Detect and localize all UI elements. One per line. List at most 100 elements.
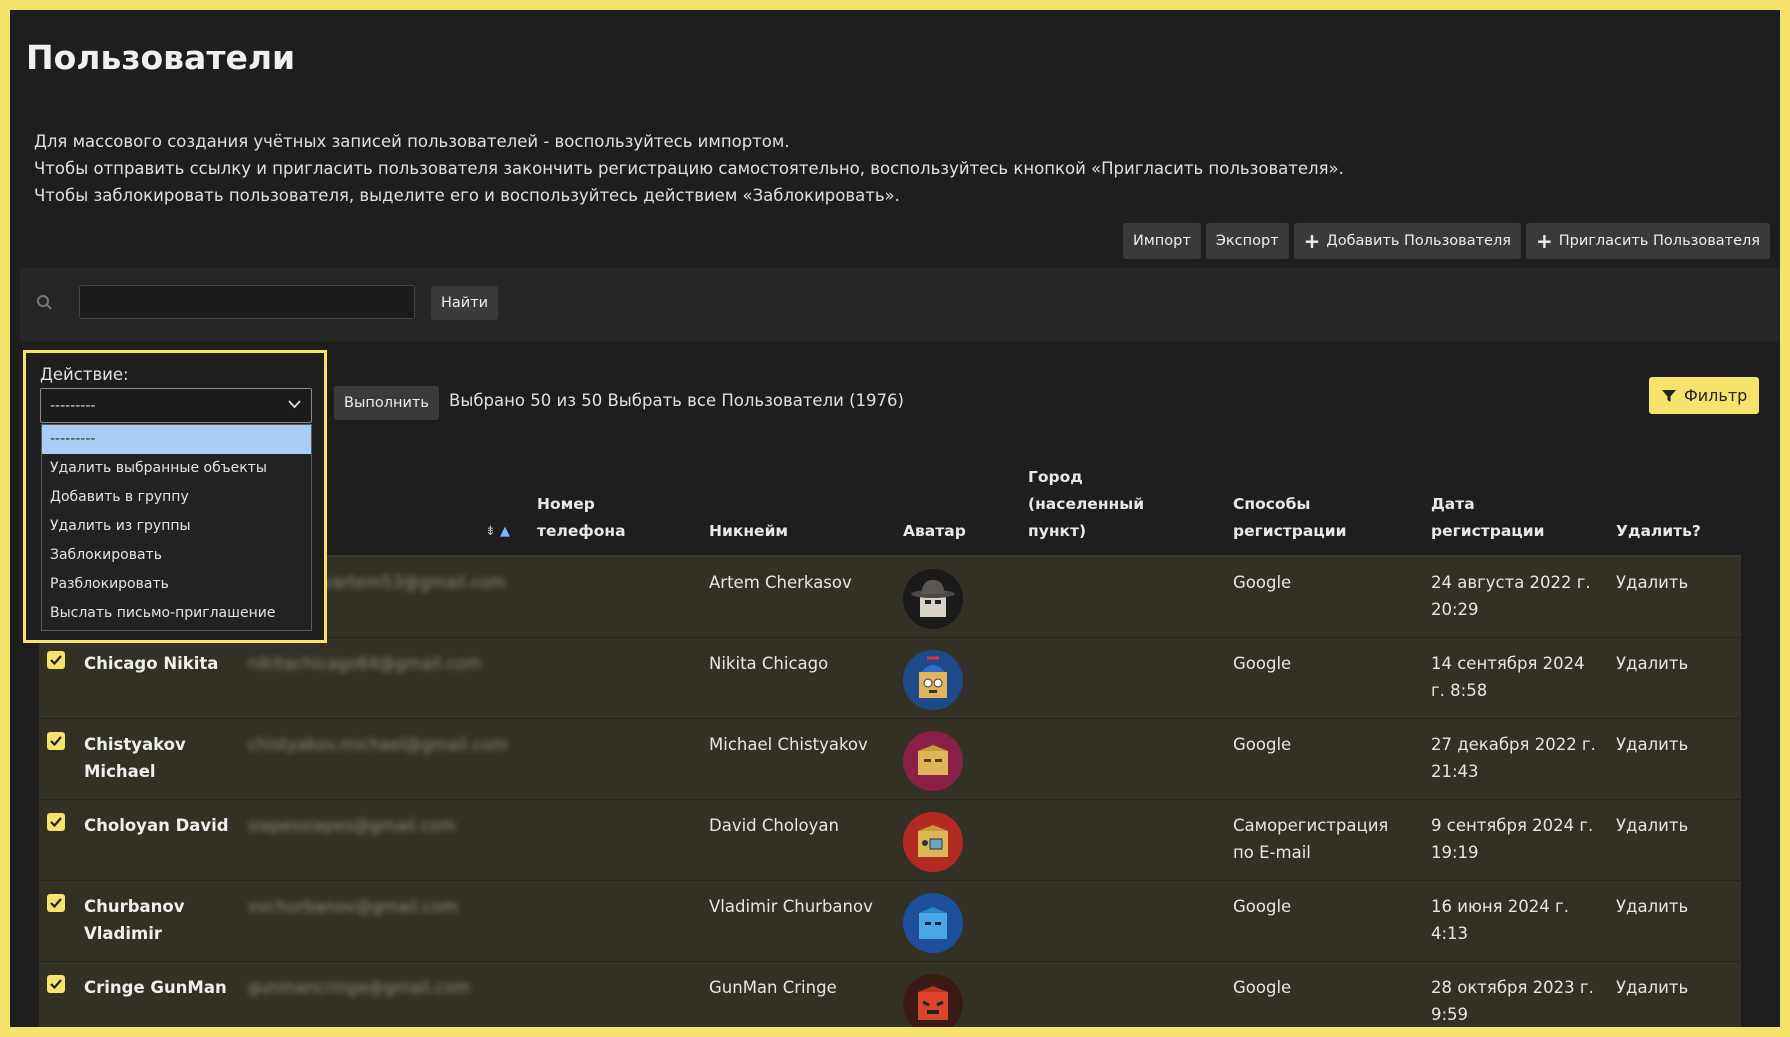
registration-date: 27 декабря 2022 г. 21:43 xyxy=(1431,735,1596,781)
blue-box-icon xyxy=(903,893,963,953)
action-option-add-to-group[interactable]: Добавить в группу xyxy=(42,483,311,512)
propeller-cap-box-icon xyxy=(903,650,963,710)
user-email: nikitachicago64@gmail.com xyxy=(248,654,482,673)
user-nickname: Vladimir Churbanov xyxy=(709,897,873,916)
column-header-methods[interactable]: Способы регистрации xyxy=(1233,491,1363,545)
action-select-value: --------- xyxy=(50,397,96,414)
selection-info[interactable]: Выбрано 50 из 50 Выбрать все Пользовател… xyxy=(449,391,904,410)
row-checkbox[interactable] xyxy=(47,975,65,993)
search-icon xyxy=(37,295,52,310)
registration-method: Google xyxy=(1233,978,1292,997)
filter-label: Фильтр xyxy=(1684,386,1748,405)
search-input[interactable] xyxy=(79,285,415,319)
avatar xyxy=(903,731,963,791)
delete-link[interactable]: Удалить xyxy=(1616,974,1688,1001)
table-row: Cringe GunMan gunmancringe@gmail.com Gun… xyxy=(39,962,1741,1027)
user-name[interactable]: Chistyakov Michael xyxy=(84,731,234,785)
user-email: gunmancringe@gmail.com xyxy=(248,978,471,997)
export-button[interactable]: Экспорт xyxy=(1205,223,1289,259)
angry-red-box-icon xyxy=(903,974,963,1027)
execute-button[interactable]: Выполнить xyxy=(334,386,439,420)
filter-icon xyxy=(1662,389,1676,402)
user-email: siapessiapes@gmail.com xyxy=(248,816,456,835)
user-name[interactable]: Choloyan David xyxy=(84,812,234,839)
registration-method: Google xyxy=(1233,897,1292,916)
registration-date: 9 сентября 2024 г. 19:19 xyxy=(1431,816,1594,862)
user-nickname: Michael Chistyakov xyxy=(709,735,868,754)
delete-link[interactable]: Удалить xyxy=(1616,893,1688,920)
row-checkbox[interactable] xyxy=(47,894,65,912)
table-row: Chistyakov Michael chistyakov.michael@gm… xyxy=(39,719,1741,800)
column-header-delete: Удалить? xyxy=(1616,522,1701,540)
row-checkbox[interactable] xyxy=(47,732,65,750)
intro-line: Для массового создания учётных записей п… xyxy=(34,132,790,151)
filter-button[interactable]: Фильтр xyxy=(1649,377,1760,414)
registration-date: 28 октября 2023 г. 9:59 xyxy=(1431,978,1594,1024)
add-user-label: Добавить Пользователя xyxy=(1326,233,1511,249)
action-option-delete[interactable]: Удалить выбранные объекты xyxy=(42,454,311,483)
user-email: chistyakov.michael@gmail.com xyxy=(248,735,508,754)
action-select[interactable]: --------- xyxy=(40,388,312,423)
table-row: Choloyan David siapessiapes@gmail.com Da… xyxy=(39,800,1741,881)
column-header-city[interactable]: Город (населенный пункт) xyxy=(1028,464,1158,545)
table-row: Chicago Nikita nikitachicago64@gmail.com… xyxy=(39,638,1741,719)
find-button[interactable]: Найти xyxy=(431,286,499,320)
column-header-date[interactable]: Дата регистрации xyxy=(1431,491,1561,545)
registration-method: Google xyxy=(1233,735,1292,754)
sort-icon[interactable]: ⇟ ▲ xyxy=(485,524,510,539)
row-checkbox[interactable] xyxy=(47,813,65,831)
invite-user-button[interactable]: + Пригласить Пользователя xyxy=(1525,223,1770,259)
delete-link[interactable]: Удалить xyxy=(1616,650,1688,677)
intro-line: Чтобы заблокировать пользователя, выдели… xyxy=(34,186,900,205)
user-nickname: David Choloyan xyxy=(709,816,839,835)
avatar xyxy=(903,569,963,629)
fedora-hat-character-icon xyxy=(903,569,963,629)
registration-method: Google xyxy=(1233,654,1292,673)
action-option[interactable]: --------- xyxy=(42,425,311,454)
intro-text: Для массового создания учётных записей п… xyxy=(34,128,1344,209)
avatar xyxy=(903,893,963,953)
column-header-nickname[interactable]: Никнейм xyxy=(709,518,788,545)
plus-icon: + xyxy=(1303,229,1321,253)
box-character-icon xyxy=(903,731,963,791)
user-nickname: GunMan Cringe xyxy=(709,978,837,997)
delete-link[interactable]: Удалить xyxy=(1616,569,1688,596)
avatar xyxy=(903,812,963,872)
registration-date: 14 сентября 2024 г. 8:58 xyxy=(1431,654,1585,700)
action-option-unblock[interactable]: Разблокировать xyxy=(42,570,311,599)
toolbar: Импорт Экспорт + Добавить Пользователя +… xyxy=(1122,223,1770,259)
search-bar: Найти xyxy=(20,268,1780,342)
registration-method: Google xyxy=(1233,573,1292,592)
registration-date: 16 июня 2024 г. 4:13 xyxy=(1431,897,1569,943)
action-option-send-invite[interactable]: Выслать письмо-приглашение xyxy=(42,599,311,628)
column-header-avatar[interactable]: Аватар xyxy=(903,518,966,545)
table-row: Churbanov Vladimir vvchurbanov@gmail.com… xyxy=(39,881,1741,962)
user-nickname: Artem Cherkasov xyxy=(709,573,852,592)
chevron-down-icon xyxy=(288,400,301,409)
action-option-remove-from-group[interactable]: Удалить из группы xyxy=(42,512,311,541)
delete-link[interactable]: Удалить xyxy=(1616,731,1688,758)
page-title: Пользователи xyxy=(26,38,296,77)
add-user-button[interactable]: + Добавить Пользователя xyxy=(1293,223,1521,259)
delete-link[interactable]: Удалить xyxy=(1616,812,1688,839)
registration-date: 24 августа 2022 г. 20:29 xyxy=(1431,573,1591,619)
box-character-red-icon xyxy=(903,812,963,872)
action-dropdown: --------- Удалить выбранные объекты Доба… xyxy=(41,424,312,631)
avatar xyxy=(903,650,963,710)
import-button[interactable]: Импорт xyxy=(1122,223,1201,259)
column-header-phone[interactable]: Номер телефона xyxy=(537,491,657,545)
action-panel: Действие: --------- --------- Удалить вы… xyxy=(23,350,327,643)
user-name[interactable]: Chicago Nikita xyxy=(84,650,234,677)
user-name[interactable]: Cringe GunMan xyxy=(84,974,234,1001)
plus-icon: + xyxy=(1535,229,1553,253)
user-email: vvchurbanov@gmail.com xyxy=(248,897,459,916)
action-option-block[interactable]: Заблокировать xyxy=(42,541,311,570)
action-label: Действие: xyxy=(40,365,129,384)
user-nickname: Nikita Chicago xyxy=(709,654,829,673)
avatar xyxy=(903,974,963,1027)
registration-method: Саморегистрация по E-mail xyxy=(1233,816,1389,862)
intro-line: Чтобы отправить ссылку и пригласить поль… xyxy=(34,159,1344,178)
row-checkbox[interactable] xyxy=(47,651,65,669)
invite-user-label: Пригласить Пользователя xyxy=(1558,233,1760,249)
user-name[interactable]: Churbanov Vladimir xyxy=(84,893,234,947)
